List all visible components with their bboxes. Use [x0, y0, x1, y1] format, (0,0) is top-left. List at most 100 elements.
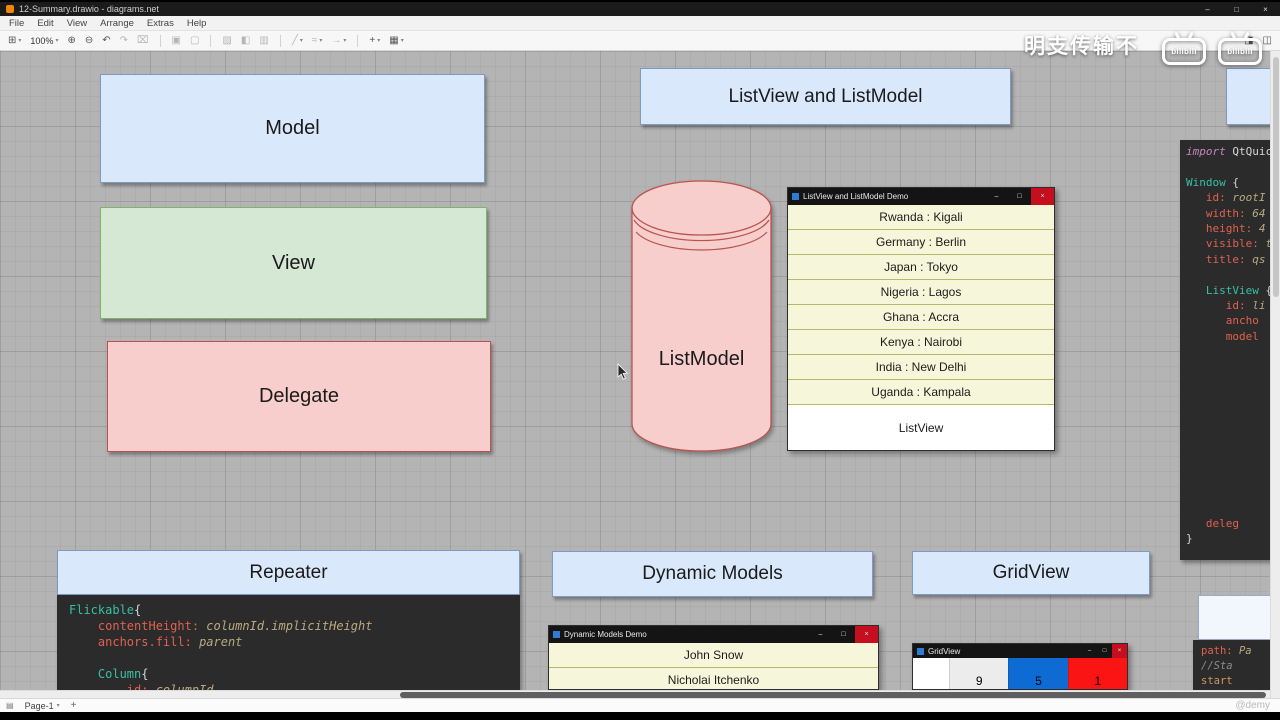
list-item[interactable]: Ghana : Accra	[788, 305, 1054, 330]
waypoints-icon[interactable]: ≈ ▾	[312, 35, 323, 46]
zoom-level[interactable]: 100% ▾	[30, 36, 58, 46]
maximize-button[interactable]: □	[1222, 2, 1251, 16]
dynamic-models-shape[interactable]: Dynamic Models	[552, 551, 873, 597]
menu-edit[interactable]: Edit	[37, 18, 53, 29]
view-label: View	[272, 251, 315, 274]
menu-help[interactable]: Help	[187, 18, 207, 29]
zoom-in-icon[interactable]: ⊕	[67, 35, 75, 46]
code-token: anchors.fill:	[97, 635, 200, 649]
close-button[interactable]: ×	[1251, 2, 1280, 16]
listview-listmodel-header-shape[interactable]: ListView and ListModel	[640, 68, 1011, 125]
list-item[interactable]: Japan : Tokyo	[788, 255, 1054, 280]
minimize-button[interactable]: –	[1193, 2, 1222, 16]
delete-icon[interactable]: ⌧	[137, 35, 149, 46]
listview-demo-window[interactable]: ListView and ListModel Demo – □ × Rwanda…	[787, 187, 1055, 451]
line-color-icon-glyph: ◧	[240, 35, 251, 46]
list-item[interactable]: India : New Delhi	[788, 355, 1054, 380]
dynamic-maximize-button[interactable]: □	[832, 626, 855, 643]
gridview-maximize-button[interactable]: □	[1097, 644, 1112, 658]
model-shape[interactable]: Model	[100, 74, 485, 183]
code-token: model	[1225, 329, 1259, 343]
code-token: li	[1252, 298, 1266, 312]
table-icon[interactable]: ▦ ▾	[389, 35, 403, 46]
gridview-minimize-button[interactable]: –	[1082, 644, 1097, 658]
redo-icon[interactable]: ↷	[120, 35, 128, 46]
insert-icon[interactable]: + ▾	[369, 35, 380, 46]
list-item[interactable]: Nicholai Itchenko	[549, 668, 878, 689]
gridview-demo-window[interactable]: GridView – □ × 951	[912, 643, 1128, 690]
list-item[interactable]: Kenya : Nairobi	[788, 330, 1054, 355]
pathview-code-panel[interactable]: path: Pa//Sta start	[1193, 640, 1280, 690]
code-token: rootI	[1232, 191, 1266, 205]
delegate-shape[interactable]: Delegate	[107, 341, 491, 452]
gridview-shape[interactable]: GridView	[912, 551, 1150, 595]
repeater-code-panel[interactable]: Flickable{ contentHeight: columnId.impli…	[57, 595, 520, 690]
toolbar-divider	[210, 34, 212, 47]
demo-close-button[interactable]: ×	[1031, 188, 1054, 205]
to-back-icon[interactable]: ▢	[190, 35, 199, 46]
code-line: Window {	[1186, 175, 1280, 190]
gridview-close-button[interactable]: ×	[1112, 644, 1127, 658]
menu-extras[interactable]: Extras	[147, 18, 174, 29]
demo-minimize-button[interactable]: –	[985, 188, 1008, 205]
code-token: ListView	[1205, 283, 1259, 297]
caret-down-icon: ▾	[18, 38, 22, 44]
list-item[interactable]: Uganda : Kampala	[788, 380, 1054, 405]
dynamic-close-button[interactable]: ×	[855, 626, 878, 643]
list-item[interactable]: Nigeria : Lagos	[788, 280, 1054, 305]
code-line: model	[1186, 329, 1280, 344]
drawio-app-icon	[6, 5, 14, 13]
zoom-out-icon[interactable]: ⊖	[85, 35, 93, 46]
outline-panel-icon[interactable]: ◫	[1263, 35, 1272, 46]
page-tab[interactable]: Page-1 ▾	[20, 701, 65, 711]
connection-style-icon[interactable]: ╱ ▾	[292, 35, 303, 46]
code-token: height:	[1205, 221, 1259, 235]
arrow-style-icon[interactable]: → ▾	[331, 35, 346, 46]
undo-icon[interactable]: ↶	[102, 35, 110, 46]
code-token: visible:	[1205, 237, 1266, 251]
code-line: ListView {	[1186, 283, 1280, 298]
listview-rows: Rwanda : Kigali Germany : Berlin Japan :…	[788, 205, 1054, 405]
code-line: path: Pa	[1201, 644, 1280, 659]
demo-maximize-button[interactable]: □	[1008, 188, 1031, 205]
dynamic-models-demo-window[interactable]: Dynamic Models Demo – □ × John Snow Nich…	[548, 625, 879, 690]
repeater-shape[interactable]: Repeater	[57, 550, 520, 595]
delegate-label: Delegate	[258, 385, 340, 407]
view-grid-icon[interactable]: ⊞ ▾	[8, 35, 21, 46]
qml-code-panel[interactable]: import QtQuic Window { id: rootI width: …	[1180, 140, 1280, 560]
dynamic-window-title: Dynamic Models Demo	[564, 630, 647, 639]
line-color-icon[interactable]: ◧	[241, 35, 250, 46]
qt-app-icon	[792, 193, 799, 200]
view-shape[interactable]: View	[100, 207, 487, 319]
list-item[interactable]: Rwanda : Kigali	[788, 205, 1054, 230]
partial-light-shape[interactable]	[1198, 595, 1280, 640]
code-line: id: columnId	[69, 682, 520, 690]
undo-icon-glyph: ↶	[102, 35, 111, 46]
pages-menu-icon[interactable]: ▤	[6, 701, 14, 710]
list-item[interactable]: Germany : Berlin	[788, 230, 1054, 255]
to-back-icon-glyph: ▢	[190, 35, 200, 46]
listmodel-cylinder-shape[interactable]: ListModel	[631, 180, 772, 452]
delete-icon-glyph: ⌧	[137, 35, 149, 46]
vertical-scrollbar-thumb[interactable]	[1273, 57, 1279, 297]
vertical-scrollbar[interactable]	[1270, 51, 1280, 698]
to-front-icon[interactable]: ▣	[172, 35, 181, 46]
bilibili-wordmark: bilibili	[1227, 47, 1253, 56]
horizontal-scrollbar[interactable]	[0, 690, 1270, 698]
menu-view[interactable]: View	[67, 18, 87, 29]
window-title: 12-Summary.drawio - diagrams.net	[19, 4, 159, 14]
diagram-canvas[interactable]: Model View Delegate ListView and ListMod…	[0, 51, 1280, 690]
outline-panel-icon-glyph: ◫	[1262, 35, 1272, 46]
list-item[interactable]: John Snow	[549, 643, 878, 668]
add-page-button[interactable]: +	[71, 700, 77, 711]
menu-arrange[interactable]: Arrange	[100, 18, 134, 29]
fill-color-icon[interactable]: ▨	[222, 35, 231, 46]
shadow-icon[interactable]: ▥	[259, 35, 268, 46]
menu-file[interactable]: File	[9, 18, 24, 29]
dynamic-minimize-button[interactable]: –	[809, 626, 832, 643]
